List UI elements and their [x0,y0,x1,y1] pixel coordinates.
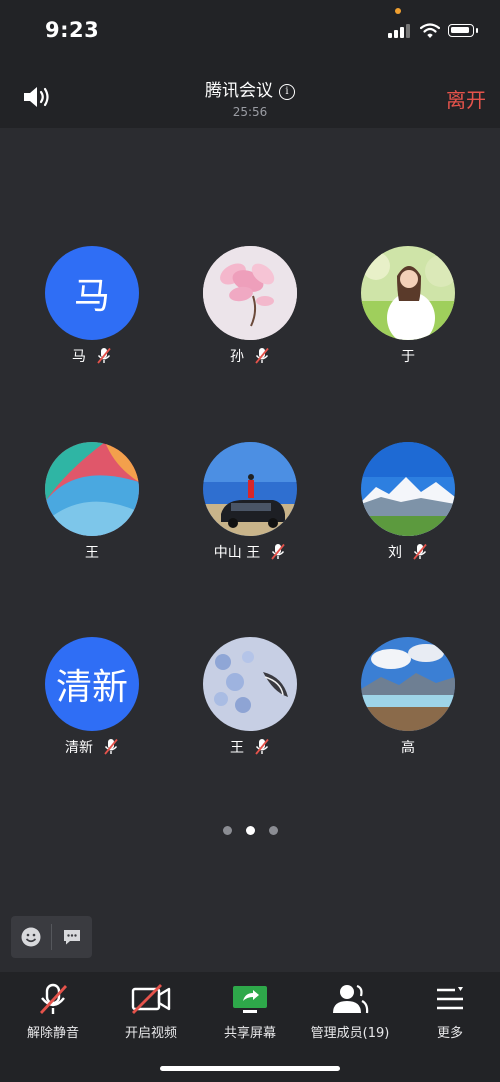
share-screen-icon [233,986,267,1013]
avatar-image [45,442,139,536]
avatar-initial: 马 [73,276,110,317]
participant-name: 马 [72,349,86,365]
meeting-header: 腾讯会议 i 25:56 离开 [0,58,500,128]
wifi-icon [420,22,440,38]
members-icon [333,984,369,1014]
mic-muted-icon [104,738,118,755]
more-label: 更多 [436,1026,463,1041]
start-video-label: 开启视频 [124,1026,177,1041]
avatar [361,246,455,340]
emoji-button[interactable] [11,916,51,958]
share-screen-label: 共享屏幕 [223,1026,276,1041]
more-menu-icon [437,987,463,1010]
status-bar: 9:23 [0,0,500,58]
avatar: 清新 [45,637,139,731]
meeting-title: 腾讯会议 [205,81,273,101]
avatar [45,442,139,536]
participant-name: 中山 王 [213,545,261,561]
video-off-icon [131,984,171,1014]
participant-name: 清新 [65,740,93,756]
mic-muted-icon [39,983,68,1014]
recording-indicator [395,8,401,14]
avatar [361,637,455,731]
page-indicator[interactable] [0,826,500,835]
page-dot-active[interactable] [245,826,255,835]
participant-name: 王 [85,545,99,561]
avatar-image [361,637,455,731]
participant-tile[interactable]: 高 [338,637,478,757]
chat-bubble-icon [64,930,80,945]
meeting-title-area: 腾讯会议 i 25:56 [0,76,500,119]
status-time: 9:23 [45,18,100,42]
avatar: 马 [45,246,139,340]
page-dot[interactable] [222,826,232,835]
avatar [203,637,297,731]
participant-tile[interactable]: 马 马 [22,246,162,366]
mic-muted-icon [413,543,427,560]
participant-name: 孙 [230,349,244,365]
mic-muted-icon [97,347,111,364]
start-video-button[interactable]: 开启视频 [101,982,201,1041]
participant-name: 刘 [388,545,402,561]
mic-muted-icon [255,738,269,755]
avatar-initial: 清新 [55,667,128,708]
participant-tile[interactable]: 王 [180,637,320,757]
participant-tile[interactable]: 中山 王 [180,442,320,562]
avatar-image [361,442,455,536]
participant-tile[interactable]: 清新 清新 [22,637,162,757]
info-icon[interactable]: i [279,84,295,100]
avatar-image [203,442,297,536]
participant-tile[interactable]: 于 [338,246,478,366]
leave-button[interactable]: 离开 [446,84,486,113]
avatar [203,442,297,536]
manage-members-label: 管理成员(19) [310,1026,390,1041]
avatar-image [203,637,297,731]
participant-name: 于 [401,349,415,365]
participant-tile[interactable]: 刘 [338,442,478,562]
participant-name: 高 [401,740,415,756]
status-icons [388,20,478,40]
mic-muted-icon [271,543,285,560]
chat-tools [11,916,92,958]
unmute-button[interactable]: 解除静音 [3,982,103,1041]
avatar-image [361,246,455,340]
battery-icon [448,23,478,37]
unmute-label: 解除静音 [26,1026,79,1041]
participant-tile[interactable]: 孙 [180,246,320,366]
manage-members-button[interactable]: 管理成员(19) [300,982,400,1041]
avatar-image [203,246,297,340]
avatar [203,246,297,340]
more-button[interactable]: 更多 [400,982,500,1041]
mic-muted-icon [255,347,269,364]
emoji-icon [21,927,41,947]
participant-tile[interactable]: 王 [22,442,162,562]
chat-button[interactable] [52,916,92,958]
avatar [361,442,455,536]
meeting-duration: 25:56 [232,105,268,119]
page-dot[interactable] [268,826,278,835]
signal-icon [388,22,412,38]
home-indicator[interactable] [160,1066,340,1071]
share-screen-button[interactable]: 共享屏幕 [200,982,300,1041]
participant-name: 王 [230,740,244,756]
